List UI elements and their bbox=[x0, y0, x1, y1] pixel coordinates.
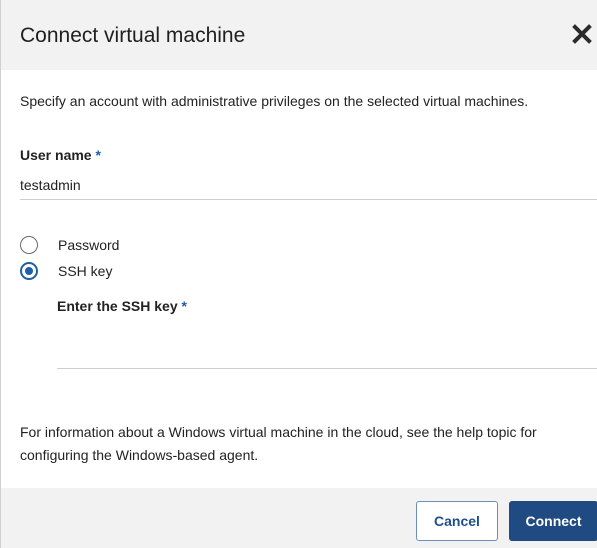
info-text: For information about a Windows virtual … bbox=[20, 424, 537, 463]
close-icon[interactable] bbox=[570, 22, 594, 46]
intro-text: Specify an account with administrative p… bbox=[20, 93, 529, 109]
dialog-footer: Cancel Connect bbox=[1, 488, 597, 548]
username-label: User name * bbox=[20, 147, 101, 163]
required-marker: * bbox=[181, 298, 187, 314]
username-label-text: User name bbox=[20, 147, 92, 163]
ssh-key-label-text: Enter the SSH key bbox=[57, 298, 178, 314]
dialog-title: Connect virtual machine bbox=[20, 24, 246, 47]
ssh-key-radio[interactable] bbox=[20, 262, 38, 280]
required-marker: * bbox=[95, 147, 101, 163]
connect-vm-dialog: Connect virtual machine Specify an accou… bbox=[0, 0, 597, 548]
password-radio[interactable] bbox=[20, 236, 38, 254]
auth-option-password[interactable]: Password bbox=[20, 236, 119, 254]
ssh-key-label: Enter the SSH key * bbox=[57, 298, 187, 314]
dialog-header: Connect virtual machine bbox=[1, 0, 597, 70]
auth-option-ssh-key[interactable]: SSH key bbox=[20, 262, 112, 280]
ssh-key-input[interactable] bbox=[57, 330, 597, 369]
connect-button[interactable]: Connect bbox=[509, 501, 597, 541]
username-input[interactable] bbox=[20, 170, 597, 200]
cancel-button[interactable]: Cancel bbox=[416, 501, 498, 541]
ssh-key-radio-label: SSH key bbox=[58, 263, 113, 279]
password-radio-label: Password bbox=[58, 237, 120, 253]
